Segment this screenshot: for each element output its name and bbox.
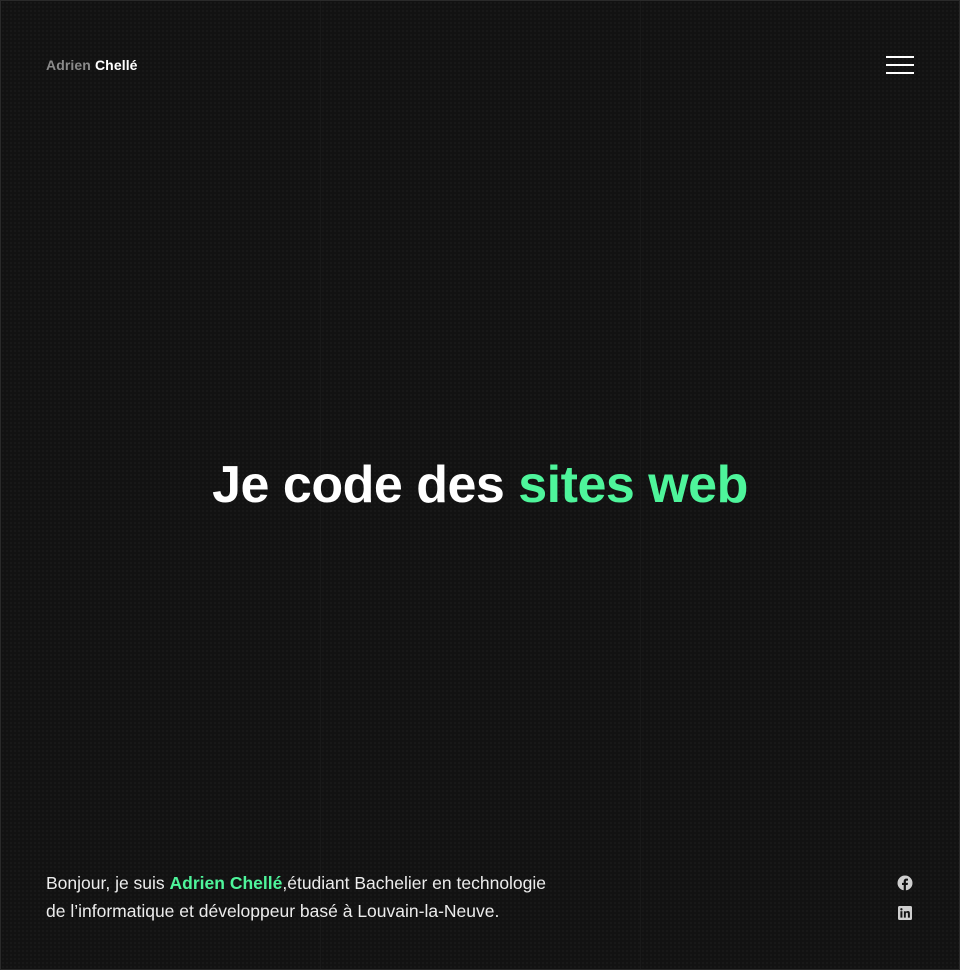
hero-title: Je code des sites web [1, 453, 959, 517]
site-logo[interactable]: Adrien Chellé [46, 57, 138, 73]
linkedin-icon [898, 906, 912, 920]
intro-lead: Bonjour, je suis [46, 873, 170, 893]
linkedin-link[interactable] [897, 905, 913, 921]
hero-title-plain: Je code des [212, 456, 519, 514]
logo-last-name: Chellé [94, 57, 138, 73]
logo-first-name: Adrien [46, 57, 91, 73]
intro-name: Adrien Chellé [169, 873, 283, 893]
facebook-link[interactable] [897, 875, 913, 891]
intro-text: Bonjour, je suis Adrien Chellé,étudiant … [46, 869, 586, 925]
menu-button[interactable] [886, 55, 914, 75]
hero-title-accent: sites web [518, 456, 748, 514]
facebook-icon [897, 875, 913, 891]
intro-rest-line2: de l’informatique et développeur basé à … [46, 901, 500, 921]
intro-rest-line1: ,étudiant Bachelier en technologie [282, 873, 547, 893]
page: Adrien Chellé Je code des sites web Bonj… [0, 0, 960, 970]
